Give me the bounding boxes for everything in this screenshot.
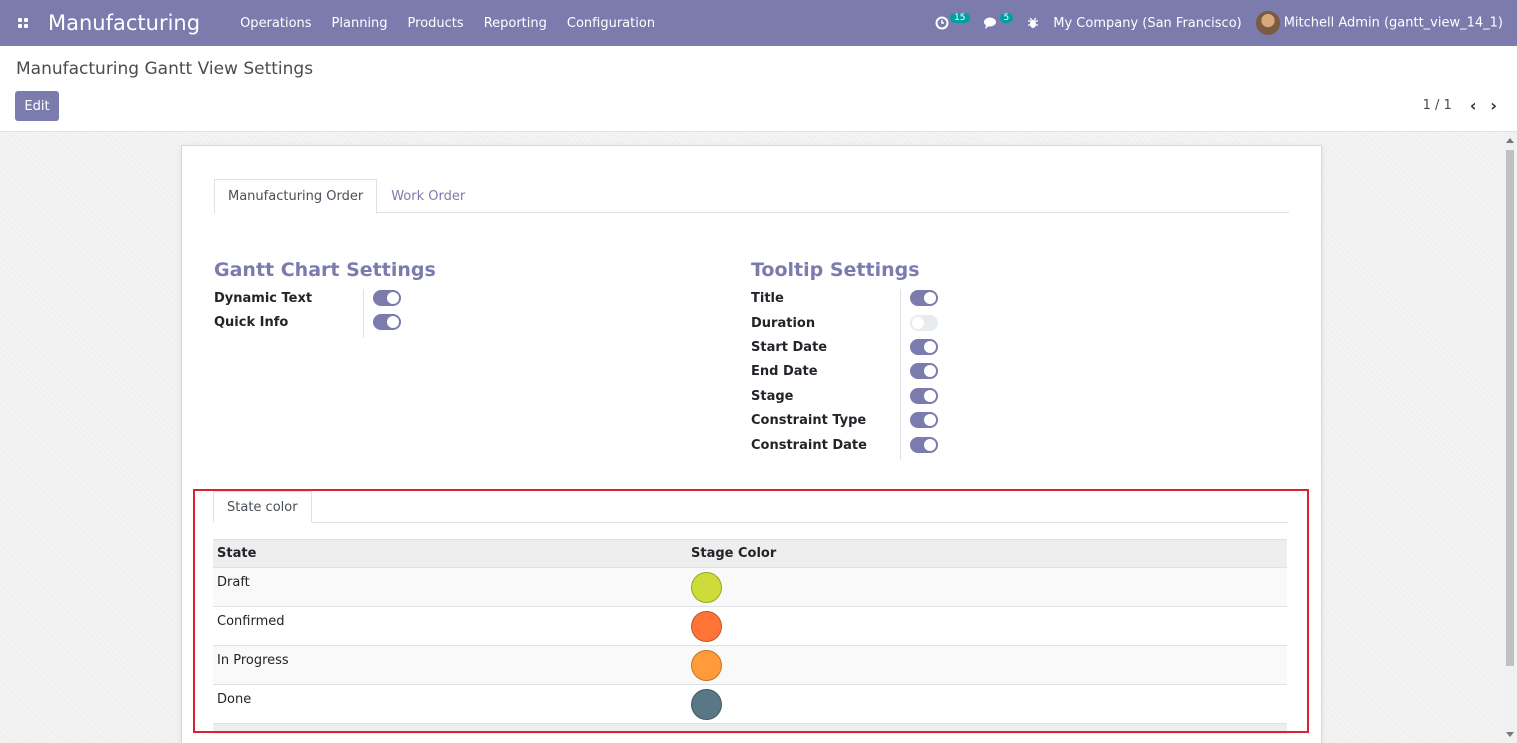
activity-count-badge: 15 [950, 13, 970, 23]
menu-operations[interactable]: Operations [230, 16, 321, 31]
setting-label: End Date [751, 363, 818, 379]
scrollbar-thumb[interactable] [1506, 150, 1514, 666]
setting-label: Start Date [751, 339, 828, 355]
setting-title: Title [751, 286, 784, 310]
bug-icon[interactable] [1027, 17, 1039, 29]
pager-next-icon[interactable]: › [1490, 96, 1497, 115]
quick-info-toggle[interactable] [373, 314, 401, 330]
title-toggle[interactable] [910, 290, 938, 306]
systray: 15 5 My Company (San Francisco) Mitchell… [935, 0, 1503, 46]
menu-planning[interactable]: Planning [322, 16, 398, 31]
clock-icon [935, 16, 949, 30]
breadcrumb: Manufacturing Gantt View Settings [16, 59, 314, 79]
pager-value[interactable]: 1 / 1 [1423, 98, 1452, 113]
company-switcher[interactable]: My Company (San Francisco) [1053, 16, 1241, 31]
tooltip-settings-title: Tooltip Settings [751, 259, 920, 281]
setting-quick-info: Quick Info [214, 310, 288, 334]
tooltip-settings-divider [900, 289, 901, 460]
gantt-settings-divider [363, 289, 364, 338]
stage-toggle[interactable] [910, 388, 938, 404]
setting-label: Title [751, 290, 784, 306]
scrollbar[interactable] [1503, 132, 1517, 743]
scroll-up-icon[interactable] [1506, 138, 1514, 143]
setting-constraint-type: Constraint Type [751, 408, 866, 432]
gantt-settings-title: Gantt Chart Settings [214, 259, 436, 281]
highlight-annotation-box [193, 489, 1309, 733]
main-menu: Operations Planning Products Reporting C… [230, 16, 665, 31]
menu-configuration[interactable]: Configuration [557, 16, 665, 31]
top-navbar: Manufacturing Operations Planning Produc… [0, 0, 1517, 46]
comments-icon [983, 17, 996, 29]
avatar [1255, 11, 1280, 35]
pager-previous-icon[interactable]: ‹ [1470, 96, 1477, 115]
app-brand[interactable]: Manufacturing [48, 11, 200, 35]
constraint-date-toggle[interactable] [910, 437, 938, 453]
tab-manufacturing-order[interactable]: Manufacturing Order [214, 179, 378, 214]
message-count-badge: 5 [999, 13, 1014, 23]
messaging-menu[interactable]: 5 [983, 13, 1014, 30]
scroll-down-icon[interactable] [1506, 732, 1514, 737]
setting-label: Stage [751, 388, 794, 404]
setting-end-date: End Date [751, 359, 818, 383]
setting-label: Quick Info [214, 314, 289, 330]
control-panel: Manufacturing Gantt View Settings Edit 1… [0, 46, 1517, 132]
setting-label: Dynamic Text [214, 290, 313, 306]
setting-label: Constraint Type [751, 412, 867, 428]
setting-dynamic-text: Dynamic Text [214, 286, 312, 310]
pager: 1 / 1 ‹ › [1423, 96, 1497, 115]
menu-reporting[interactable]: Reporting [474, 16, 557, 31]
notebook-tabs: Manufacturing Order Work Order [214, 179, 1289, 214]
dynamic-text-toggle[interactable] [373, 290, 401, 306]
apps-menu-icon[interactable] [0, 0, 46, 46]
setting-label: Duration [751, 315, 816, 331]
duration-toggle[interactable] [910, 315, 938, 331]
setting-duration: Duration [751, 311, 815, 335]
setting-start-date: Start Date [751, 335, 827, 359]
activity-menu[interactable]: 15 [935, 13, 970, 30]
setting-constraint-date: Constraint Date [751, 433, 867, 457]
user-name: Mitchell Admin (gantt_view_14_1) [1283, 15, 1503, 31]
setting-stage: Stage [751, 384, 793, 408]
constraint-type-toggle[interactable] [910, 412, 938, 428]
menu-products[interactable]: Products [398, 16, 474, 31]
start-date-toggle[interactable] [910, 339, 938, 355]
edit-button[interactable]: Edit [15, 91, 59, 121]
user-menu[interactable]: Mitchell Admin (gantt_view_14_1) [1255, 11, 1503, 35]
end-date-toggle[interactable] [910, 363, 938, 379]
setting-label: Constraint Date [751, 437, 867, 453]
tab-work-order[interactable]: Work Order [377, 179, 479, 213]
